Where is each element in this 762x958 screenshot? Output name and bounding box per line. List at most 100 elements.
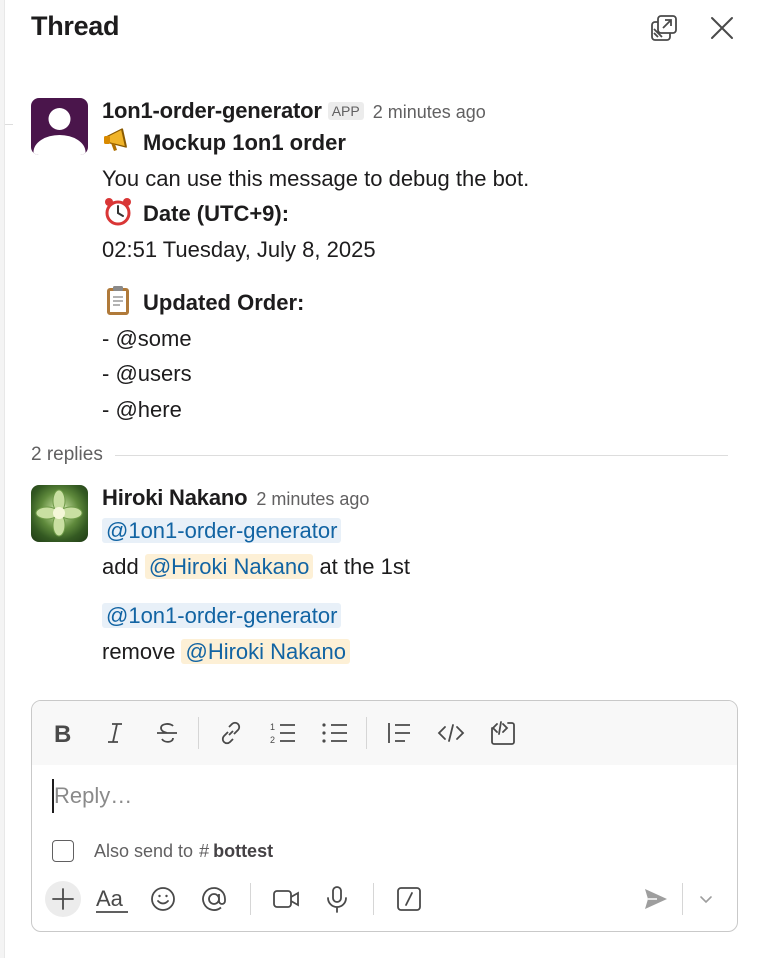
svg-text:2: 2 — [270, 735, 275, 745]
sender-name[interactable]: Hiroki Nakano — [102, 485, 248, 511]
app-badge: APP — [327, 102, 364, 120]
clipboard-icon — [107, 286, 129, 315]
code-icon — [437, 724, 465, 742]
thread-header: Thread — [31, 10, 741, 50]
composer-actions: Aa — [32, 877, 737, 925]
close-thread-button[interactable] — [704, 10, 740, 46]
timestamp[interactable]: 2 minutes ago — [373, 102, 486, 123]
reply-text: at the 1st — [313, 553, 410, 579]
formatting-icon: Aa — [96, 886, 128, 913]
code-button[interactable] — [434, 715, 468, 751]
order-label: Updated Order: — [143, 290, 305, 315]
attach-button[interactable] — [45, 881, 81, 917]
blockquote-button[interactable] — [382, 715, 416, 751]
send-button[interactable] — [638, 881, 674, 917]
audio-clip-button[interactable] — [319, 881, 355, 917]
reply-line: add @Hiroki Nakano at the 1st — [102, 549, 732, 585]
bot-avatar[interactable] — [31, 98, 88, 155]
link-icon — [221, 721, 241, 745]
video-clip-button[interactable] — [268, 881, 304, 917]
flower-photo-icon — [35, 489, 83, 537]
send-options-chevron-icon — [700, 896, 712, 904]
order-item: - @some — [102, 325, 192, 351]
popout-window-icon — [651, 15, 677, 41]
svg-text:1: 1 — [270, 722, 275, 732]
svg-text:Aa: Aa — [96, 886, 124, 911]
shortcuts-button[interactable] — [391, 881, 427, 917]
date-label: Date (UTC+9): — [143, 201, 290, 226]
channel-hash: # — [199, 840, 210, 861]
reply-line: @1on1-order-generator — [102, 513, 732, 549]
left-edge-divider — [0, 0, 5, 958]
sender-name[interactable]: 1on1-order-generator — [102, 98, 322, 124]
strikethrough-button[interactable] — [150, 715, 184, 751]
toolbar-separator — [198, 717, 199, 749]
shortcuts-icon — [397, 887, 421, 911]
bulleted-list-button[interactable] — [318, 715, 352, 751]
message-meta: Hiroki Nakano 2 minutes ago — [102, 485, 732, 512]
thread-title: Thread — [31, 11, 120, 41]
reply-composer: B 12 Also send to#bottest — [31, 700, 738, 932]
user-mention[interactable]: @Hiroki Nakano — [144, 553, 314, 579]
toolbar-separator — [366, 717, 367, 749]
message-meta: 1on1-order-generator APP 2 minutes ago — [102, 98, 732, 125]
mention-icon — [202, 887, 226, 911]
default-avatar-icon — [33, 108, 86, 155]
bold-button[interactable]: B — [46, 715, 80, 751]
app-mention[interactable]: @1on1-order-generator — [102, 518, 342, 543]
also-send-label: Also send to # bottest — [94, 841, 273, 862]
svg-text:B: B — [54, 721, 71, 745]
reply-line: remove @Hiroki Nakano — [102, 634, 732, 670]
order-label-line: Updated Order: — [102, 285, 732, 321]
actions-separator — [373, 883, 374, 915]
bold-icon: B — [54, 721, 71, 745]
timestamp[interactable]: 2 minutes ago — [256, 489, 369, 510]
app-mention[interactable]: @1on1-order-generator — [102, 603, 342, 628]
reply-input[interactable] — [52, 779, 712, 813]
date-label-line: Date (UTC+9): — [102, 196, 732, 232]
message-heading: Mockup 1on1 order — [102, 125, 732, 161]
description-text: You can use this message to debug the bo… — [102, 165, 530, 191]
emoji-icon — [151, 887, 175, 911]
flower-photo-avatar[interactable] — [31, 485, 88, 542]
send-separator — [682, 883, 683, 915]
bulleted-list-icon — [322, 723, 347, 743]
close-icon — [711, 17, 733, 39]
send-icon — [645, 889, 667, 909]
ordered-list-button[interactable]: 12 — [266, 715, 300, 751]
code-block-icon — [491, 721, 515, 745]
order-item: - @here — [102, 396, 182, 422]
megaphone-icon — [104, 128, 127, 151]
order-item: - @users — [102, 361, 192, 386]
send-options-button[interactable] — [688, 881, 724, 917]
replies-count: 2 replies — [31, 444, 103, 465]
code-block-button[interactable] — [486, 715, 520, 751]
user-mention[interactable]: @Hiroki Nakano — [181, 638, 350, 664]
italic-button[interactable] — [98, 715, 132, 751]
heading-text: Mockup 1on1 order — [143, 130, 346, 155]
plus-icon — [52, 888, 74, 910]
popout-window-button[interactable] — [646, 10, 682, 46]
formatting-toggle-button[interactable]: Aa — [94, 881, 130, 917]
blockquote-icon — [388, 723, 410, 743]
mention-button[interactable] — [196, 881, 232, 917]
emoji-button[interactable] — [145, 881, 181, 917]
actions-separator — [250, 883, 251, 915]
divider-line — [114, 454, 728, 456]
formatting-toolbar: B 12 — [32, 701, 737, 765]
replies-divider: 2 replies — [31, 440, 728, 470]
also-send-prefix: Also send to — [94, 840, 194, 861]
microphone-icon — [327, 886, 347, 913]
channel-name: bottest — [213, 840, 274, 861]
also-send-checkbox[interactable] — [52, 840, 74, 862]
ordered-list-icon: 12 — [270, 722, 295, 745]
alarm-clock-icon — [105, 198, 131, 226]
reply-text: remove — [102, 638, 182, 664]
italic-icon — [108, 723, 122, 743]
video-icon — [273, 890, 299, 908]
link-button[interactable] — [214, 715, 248, 751]
date-value: 02:51 Tuesday, July 8, 2025 — [102, 236, 376, 262]
strikethrough-icon — [157, 723, 177, 743]
left-edge-tick — [5, 124, 13, 125]
reply-line: @1on1-order-generator — [102, 598, 732, 634]
